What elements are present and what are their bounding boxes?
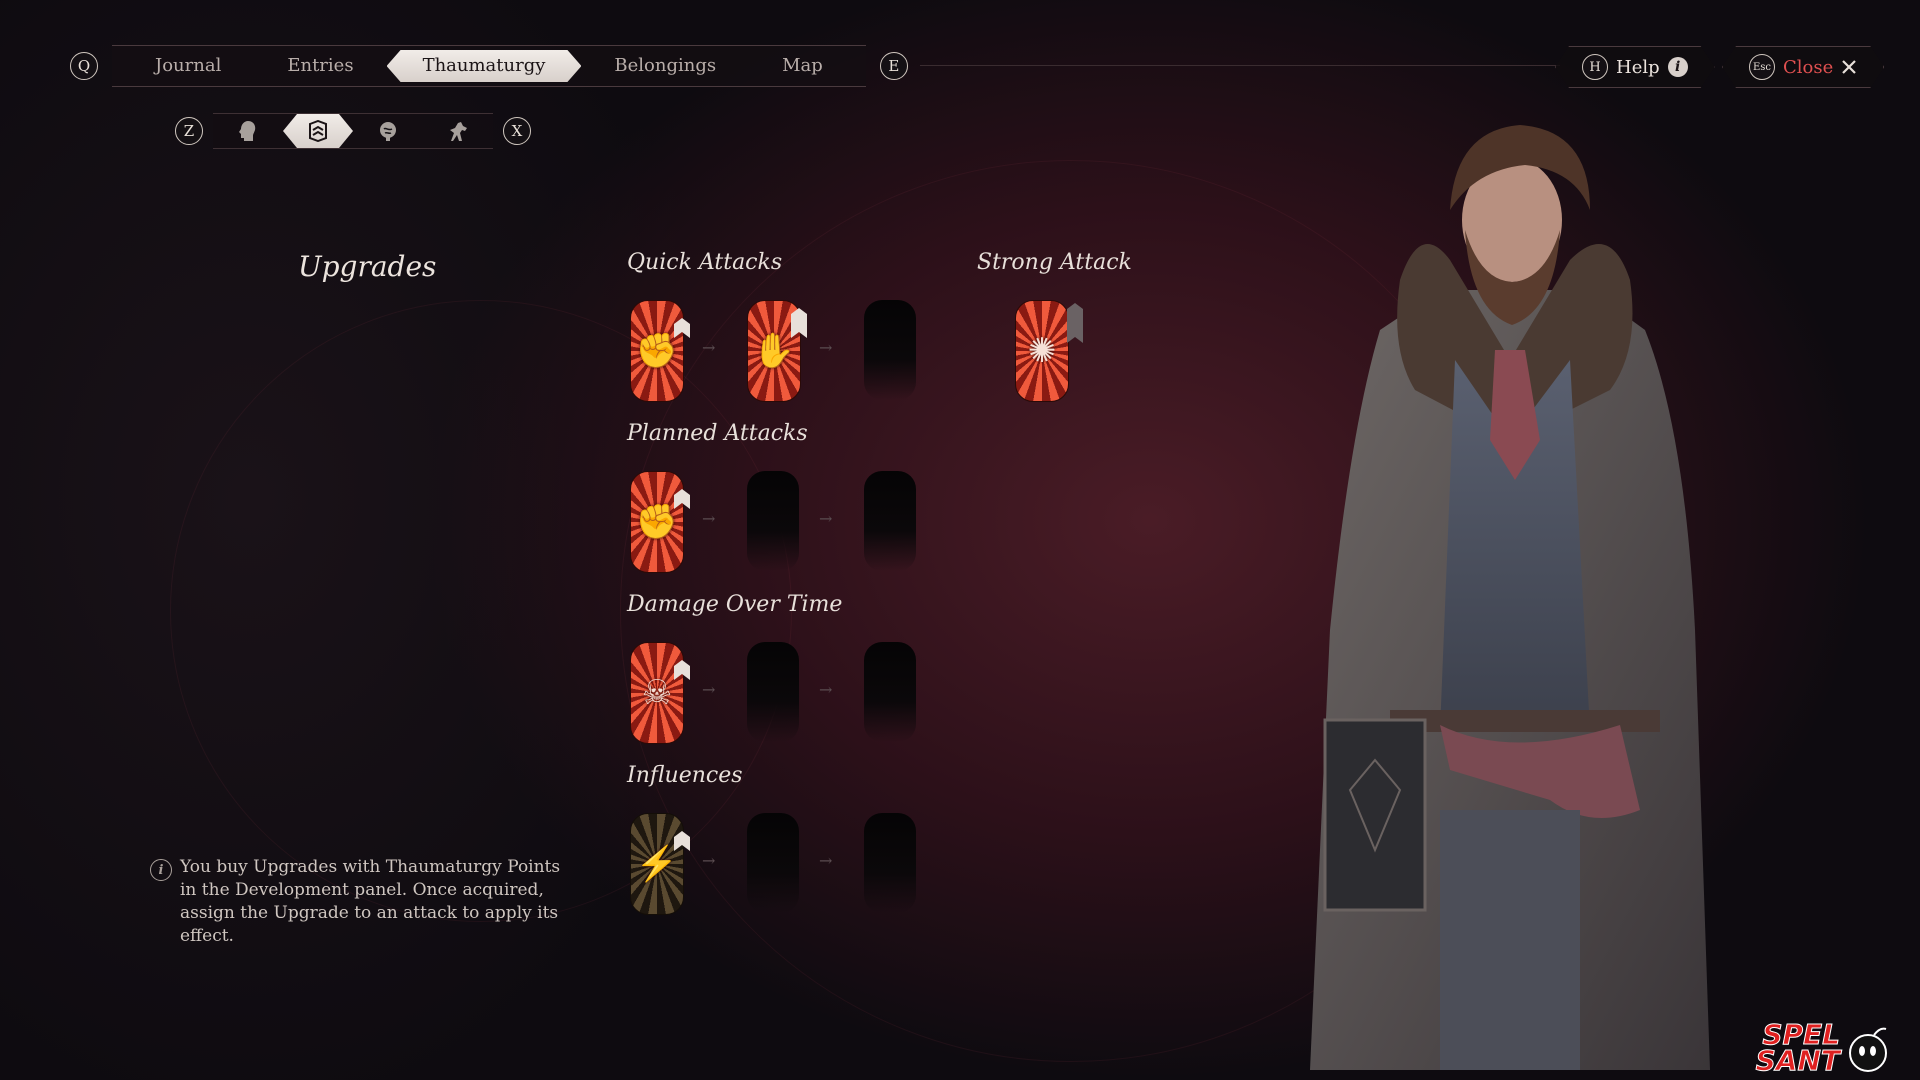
empty-upgrade-slot[interactable] <box>747 471 799 571</box>
empty-upgrade-slot[interactable] <box>864 642 916 742</box>
upgrade-card-influence-1[interactable]: ⚡ <box>630 813 684 915</box>
arrow-icon: → <box>819 509 833 528</box>
character-portrait <box>1310 125 1710 1070</box>
info-icon: i <box>1668 57 1688 77</box>
arrow-icon: → <box>819 680 833 699</box>
arrow-icon: → <box>702 680 716 699</box>
upgrade-card-strong-1[interactable]: ✺ <box>1015 300 1069 402</box>
tab-bar: Journal Entries Thaumaturgy Belongings M… <box>112 45 866 87</box>
arrow-icon: → <box>819 851 833 870</box>
empty-upgrade-slot[interactable] <box>864 813 916 913</box>
info-note-text: You buy Upgrades with Thaumaturgy Points… <box>180 857 561 946</box>
arrow-icon: → <box>702 509 716 528</box>
help-label: Help <box>1616 56 1660 78</box>
section-title-strong-attack: Strong Attack <box>977 250 1132 275</box>
watermark-line2: SANT <box>1755 1044 1840 1077</box>
watermark-logo: SPEL SANT <box>1755 1020 1890 1077</box>
empty-upgrade-slot[interactable] <box>747 813 799 913</box>
section-title-quick-attacks: Quick Attacks <box>627 250 783 275</box>
empty-upgrade-slot[interactable] <box>864 471 916 571</box>
skull-hand-icon: ☠ <box>641 673 673 713</box>
nav-divider <box>920 65 1560 66</box>
tab-map[interactable]: Map <box>749 46 856 86</box>
prev-tab-key[interactable]: Q <box>70 52 98 80</box>
prev-subtab-key[interactable]: Z <box>175 117 203 145</box>
raised-fist-icon: ✊ <box>635 502 679 542</box>
arrow-icon: → <box>819 338 833 357</box>
brain-icon[interactable] <box>353 114 423 148</box>
close-key: Esc <box>1749 54 1775 80</box>
head-icon[interactable] <box>213 114 283 148</box>
tab-belongings[interactable]: Belongings <box>581 46 749 86</box>
close-icon <box>1841 59 1857 75</box>
info-note: i You buy Upgrades with Thaumaturgy Poin… <box>150 856 570 948</box>
bomb-mascot-icon <box>1849 1027 1887 1072</box>
lightning-head-icon: ⚡ <box>635 844 679 884</box>
upgrade-card-quick-1[interactable]: ✊ <box>630 300 684 402</box>
page-title: Upgrades <box>298 250 437 283</box>
empty-upgrade-slot[interactable] <box>864 300 916 400</box>
arrow-icon: → <box>702 851 716 870</box>
upgrade-card-dot-1[interactable]: ☠ <box>630 642 684 744</box>
tab-entries[interactable]: Entries <box>254 46 386 86</box>
horse-icon[interactable] <box>423 114 493 148</box>
close-label: Close <box>1783 56 1834 78</box>
arrow-icon: → <box>702 338 716 357</box>
next-tab-key[interactable]: E <box>879 52 908 80</box>
help-key: H <box>1582 54 1608 80</box>
next-subtab-key[interactable]: X <box>503 117 531 145</box>
tab-journal[interactable]: Journal <box>122 46 254 86</box>
section-title-planned-attacks: Planned Attacks <box>627 421 808 446</box>
tab-thaumaturgy[interactable]: Thaumaturgy <box>387 50 582 82</box>
help-button[interactable]: H Help i <box>1555 46 1715 88</box>
upgrade-card-planned-1[interactable]: ✊ <box>630 471 684 573</box>
close-button[interactable]: Esc Close <box>1722 46 1884 88</box>
upgrades-icon[interactable] <box>283 114 353 148</box>
section-title-influences: Influences <box>627 763 743 788</box>
top-navigation: Q Journal Entries Thaumaturgy Belongings… <box>70 44 908 88</box>
subtab-bar <box>213 113 493 149</box>
empty-upgrade-slot[interactable] <box>747 642 799 742</box>
info-icon: i <box>150 859 172 881</box>
section-title-damage-over-time: Damage Over Time <box>627 592 843 617</box>
fist-icon: ✊ <box>635 331 679 371</box>
sub-navigation: Z X <box>175 113 531 149</box>
brain-icon: ✺ <box>1027 331 1057 371</box>
